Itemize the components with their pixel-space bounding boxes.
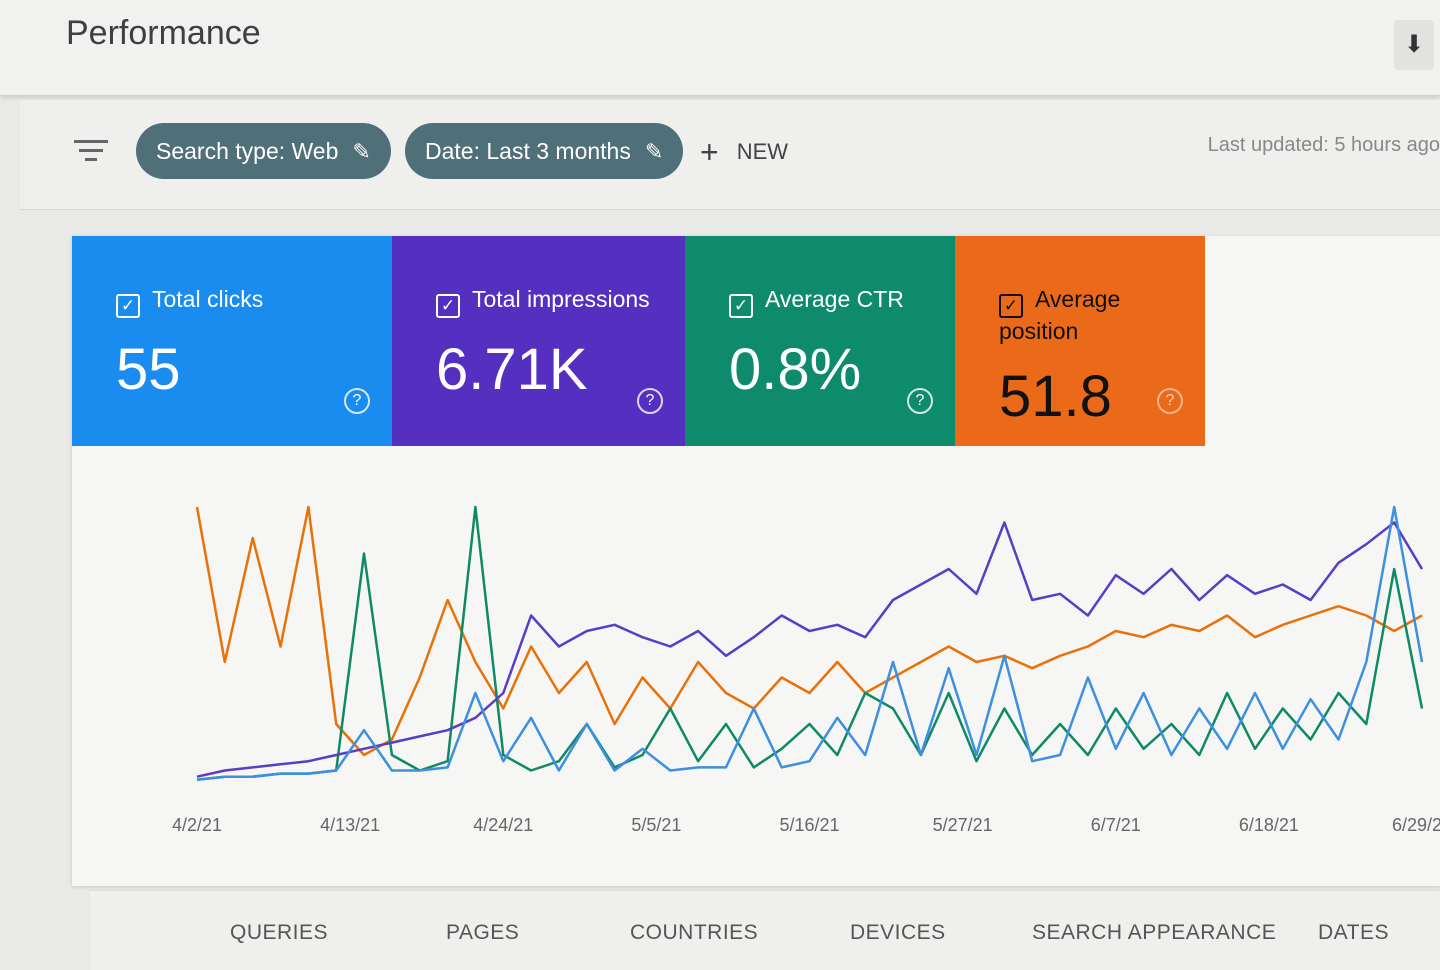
x-tick-label: 4/24/21 <box>473 815 533 835</box>
series-line-total-clicks <box>196 505 1424 782</box>
chip-label: Date: Last 3 months <box>425 138 631 164</box>
x-tick-label: 5/16/21 <box>779 815 839 835</box>
card-label: Total clicks <box>152 286 264 312</box>
filter-icon[interactable] <box>74 140 108 167</box>
checkbox-icon[interactable]: ✓ <box>116 294 140 318</box>
card-total-clicks[interactable]: ✓ Total clicks 55 ? <box>72 236 392 446</box>
x-tick-label: 4/2/21 <box>172 815 222 835</box>
date-chip[interactable]: Date: Last 3 months ✎ <box>405 123 684 179</box>
help-icon[interactable]: ? <box>637 388 663 414</box>
series-line-average-ctr <box>196 505 1424 782</box>
x-tick-label: 5/27/21 <box>933 815 993 835</box>
edit-icon: ✎ <box>352 139 371 164</box>
help-icon[interactable]: ? <box>907 388 933 414</box>
x-tick-label: 6/18/21 <box>1239 815 1299 835</box>
new-label: NEW <box>736 139 789 164</box>
checkbox-icon[interactable]: ✓ <box>729 294 753 318</box>
tab-search-appearance[interactable]: SEARCH APPEARANCE <box>1032 921 1276 945</box>
tab-countries[interactable]: COUNTRIES <box>630 921 758 945</box>
filter-bar: Search type: Web ✎ Date: Last 3 months ✎ +… <box>20 100 1440 210</box>
performance-chart: 4/2/21 4/13/21 4/24/21 5/5/21 5/16/21 5/27/21… <box>172 505 1440 835</box>
tab-pages[interactable]: PAGES <box>446 921 519 945</box>
x-tick-label: 4/13/21 <box>320 815 380 835</box>
new-filter-button[interactable]: + NEW <box>700 134 788 171</box>
help-icon[interactable]: ? <box>344 388 370 414</box>
series-line-total-impressions <box>196 521 1424 778</box>
checkbox-icon[interactable]: ✓ <box>436 294 460 318</box>
x-tick-label: 6/7/21 <box>1091 815 1141 835</box>
plus-icon: + <box>700 134 719 170</box>
x-tick-label: 6/29/21 <box>1392 815 1440 835</box>
card-average-ctr[interactable]: ✓ Average CTR 0.8% ? <box>685 236 955 446</box>
dimension-tabs: QUERIES PAGES COUNTRIES DEVICES SEARCH A… <box>90 890 1440 970</box>
edit-icon: ✎ <box>644 139 664 164</box>
tab-devices[interactable]: DEVICES <box>850 921 946 945</box>
page-title: Performance <box>66 14 261 52</box>
card-total-impressions[interactable]: ✓ Total impressions 6.71K ? <box>392 236 685 446</box>
download-icon[interactable]: ⬇ <box>1394 20 1434 70</box>
checkbox-icon[interactable]: ✓ <box>999 294 1023 318</box>
tab-queries[interactable]: QUERIES <box>230 921 328 945</box>
chip-label: Search type: Web <box>156 138 339 164</box>
card-label: Total impressions <box>472 286 650 312</box>
card-label: Average CTR <box>765 286 904 312</box>
card-average-position[interactable]: ✓ Average position 51.8 ? <box>955 236 1205 446</box>
x-tick-label: 5/5/21 <box>631 815 681 835</box>
performance-panel: ✓ Total clicks 55 ? ✓ Total impressions 6.… <box>72 236 1440 886</box>
tab-dates[interactable]: DATES <box>1318 921 1389 945</box>
search-type-chip[interactable]: Search type: Web ✎ <box>136 123 391 179</box>
page-header: Performance ⬇ <box>0 0 1440 96</box>
last-updated: Last updated: 5 hours ago <box>1207 134 1440 156</box>
help-icon[interactable]: ? <box>1157 388 1183 414</box>
